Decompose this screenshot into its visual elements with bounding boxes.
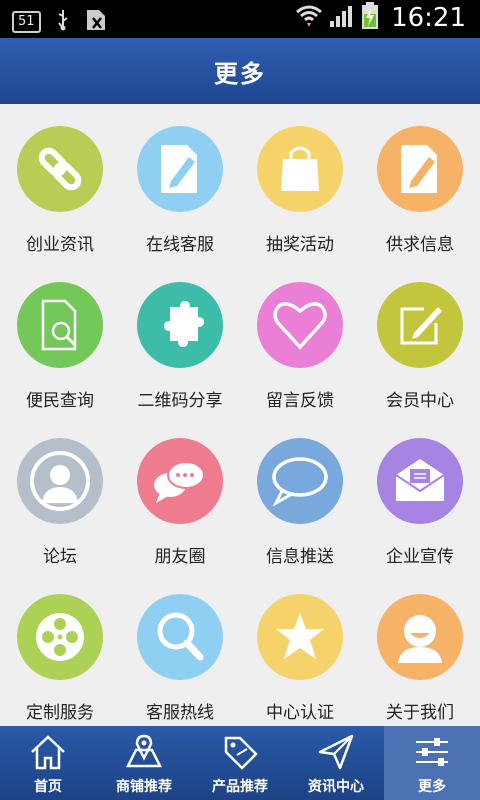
grid-item-convenience-query[interactable]: 便民查询 xyxy=(0,260,120,416)
sliders-icon xyxy=(412,732,452,772)
mail-icon xyxy=(377,438,463,524)
grid-item-label: 关于我们 xyxy=(386,703,454,723)
tab-label: 商铺推荐 xyxy=(116,779,172,795)
grid-item-about-us[interactable]: 关于我们 xyxy=(360,572,480,728)
grid-item-label: 便民查询 xyxy=(26,391,94,411)
app-header: 更多 xyxy=(0,38,480,104)
tab-more[interactable]: 更多 xyxy=(384,726,480,800)
grid-item-lottery[interactable]: 抽奖活动 xyxy=(240,104,360,260)
film-reel-icon xyxy=(17,594,103,680)
tab-label: 更多 xyxy=(418,779,446,795)
magnifier-icon xyxy=(137,594,223,680)
grid-item-label: 论坛 xyxy=(43,547,77,567)
grid-item-label: 会员中心 xyxy=(386,391,454,411)
chat-icon xyxy=(137,438,223,524)
sale-tag-icon xyxy=(220,732,260,772)
feature-grid: 创业资讯 在线客服 抽奖活动 供求信息 便民查询 二维码分享 留言反馈 会员中心… xyxy=(0,104,480,726)
grid-item-supply-demand[interactable]: 供求信息 xyxy=(360,104,480,260)
grid-item-label: 中心认证 xyxy=(266,703,334,723)
grid-item-label: 企业宣传 xyxy=(386,547,454,567)
no-sim-icon xyxy=(85,8,107,36)
grid-item-custom-service[interactable]: 定制服务 xyxy=(0,572,120,728)
grid-item-moments[interactable]: 朋友圈 xyxy=(120,416,240,572)
tab-label: 资讯中心 xyxy=(308,779,364,795)
grid-item-label: 定制服务 xyxy=(26,703,94,723)
speech-bubble-icon xyxy=(257,438,343,524)
grid-item-startup-news[interactable]: 创业资讯 xyxy=(0,104,120,260)
star-icon xyxy=(257,594,343,680)
grid-item-label: 在线客服 xyxy=(146,235,214,255)
page-title: 更多 xyxy=(214,59,266,88)
grid-item-enterprise-promo[interactable]: 企业宣传 xyxy=(360,416,480,572)
grid-item-forum[interactable]: 论坛 xyxy=(0,416,120,572)
status-bar: 51 16:21 xyxy=(0,0,480,38)
wifi-icon xyxy=(295,4,323,32)
tab-label: 首页 xyxy=(34,779,62,795)
grid-item-push-info[interactable]: 信息推送 xyxy=(240,416,360,572)
grid-item-label: 留言反馈 xyxy=(266,391,334,411)
grid-item-online-service[interactable]: 在线客服 xyxy=(120,104,240,260)
usb-icon xyxy=(55,9,71,35)
tab-label: 产品推荐 xyxy=(212,779,268,795)
grid-item-member-center[interactable]: 会员中心 xyxy=(360,260,480,416)
grid-item-label: 创业资讯 xyxy=(26,235,94,255)
document-edit-icon xyxy=(137,126,223,212)
grid-item-qr-share[interactable]: 二维码分享 xyxy=(120,260,240,416)
document-edit-icon xyxy=(377,126,463,212)
signal-icon xyxy=(329,4,355,32)
shopping-bag-icon xyxy=(257,126,343,212)
tab-home[interactable]: 首页 xyxy=(0,726,96,800)
grid-item-service-hotline[interactable]: 客服热线 xyxy=(120,572,240,728)
map-icon xyxy=(124,732,164,772)
grid-item-center-certification[interactable]: 中心认证 xyxy=(240,572,360,728)
edit-box-icon xyxy=(377,282,463,368)
grid-item-label: 供求信息 xyxy=(386,235,454,255)
grid-item-label: 抽奖活动 xyxy=(266,235,334,255)
link-icon xyxy=(17,126,103,212)
grid-item-label: 二维码分享 xyxy=(137,391,223,411)
smiley-user-icon xyxy=(377,594,463,680)
clock: 16:21 xyxy=(391,3,466,33)
user-icon xyxy=(17,438,103,524)
grid-item-label: 客服热线 xyxy=(146,703,214,723)
bottom-tab-bar: 首页 商铺推荐 产品推荐 资讯中心 更多 xyxy=(0,726,480,800)
notification-badge: 51 xyxy=(12,11,41,33)
tab-shop-recommend[interactable]: 商铺推荐 xyxy=(96,726,192,800)
grid-item-feedback[interactable]: 留言反馈 xyxy=(240,260,360,416)
heart-icon xyxy=(257,282,343,368)
puzzle-icon xyxy=(137,282,223,368)
document-search-icon xyxy=(17,282,103,368)
grid-item-label: 朋友圈 xyxy=(154,547,206,567)
grid-item-label: 信息推送 xyxy=(266,547,334,567)
tab-news-center[interactable]: 资讯中心 xyxy=(288,726,384,800)
tab-product-recommend[interactable]: 产品推荐 xyxy=(192,726,288,800)
home-icon xyxy=(28,732,68,772)
battery-charging-icon xyxy=(361,2,379,34)
send-icon xyxy=(316,732,356,772)
